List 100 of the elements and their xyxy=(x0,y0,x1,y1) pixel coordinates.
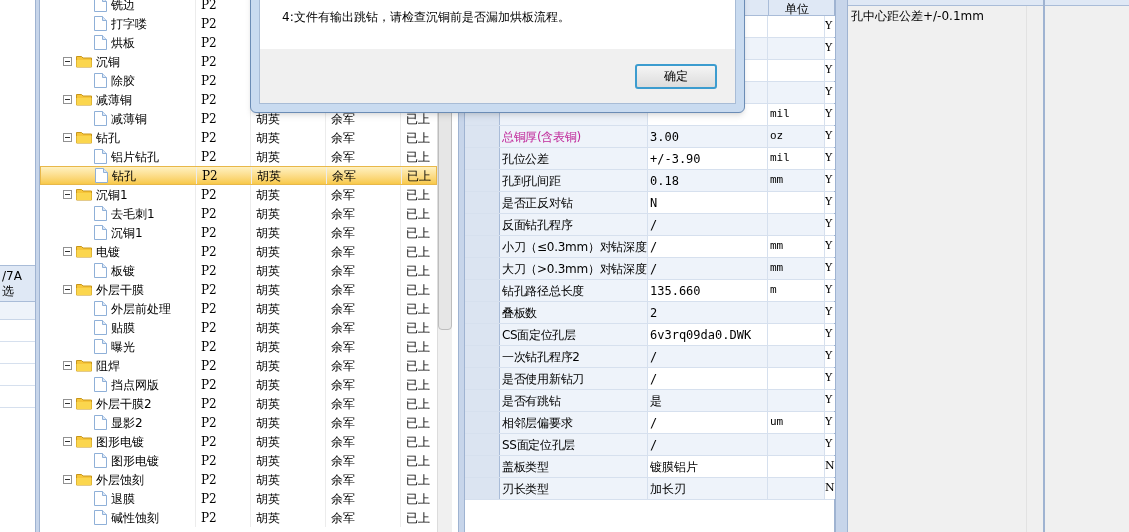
tree-row[interactable]: 图形电镀 P2 胡英 余军 已上 xyxy=(40,451,437,470)
collapse-icon[interactable] xyxy=(63,95,72,104)
table-cell-text: 余军 xyxy=(331,452,355,470)
tree-row[interactable]: 板镀 P2 胡英 余军 已上 xyxy=(40,261,437,280)
tree-row[interactable]: 沉铜1 P2 胡英 余军 已上 xyxy=(40,185,437,204)
tree-row[interactable]: 外层前处理 P2 胡英 余军 已上 xyxy=(40,299,437,318)
collapse-icon[interactable] xyxy=(63,247,72,256)
table-cell: 盖板类型 xyxy=(500,456,648,477)
splitter[interactable] xyxy=(835,0,848,532)
table-cell[interactable]: 3.00 xyxy=(648,126,768,147)
tree-row[interactable]: 烘板 P2 xyxy=(40,33,437,52)
row-header[interactable] xyxy=(465,302,500,323)
tree-row[interactable]: 外层干膜2 P2 胡英 余军 已上 xyxy=(40,394,437,413)
table-cell[interactable]: 6v3rq09da0.DWK xyxy=(648,324,768,345)
folder-icon xyxy=(76,397,92,410)
tree-row[interactable]: 图形电镀 P2 胡英 余军 已上 xyxy=(40,432,437,451)
row-header[interactable] xyxy=(465,214,500,235)
row-header[interactable] xyxy=(465,478,500,499)
row-header[interactable] xyxy=(465,280,500,301)
collapse-icon[interactable] xyxy=(63,285,72,294)
table-cell-text: 胡英 xyxy=(256,205,280,223)
collapse-icon[interactable] xyxy=(63,475,72,484)
table-cell[interactable]: / xyxy=(648,368,768,389)
table-cell[interactable]: 镀膜铝片 xyxy=(648,456,768,477)
document-icon xyxy=(94,225,107,240)
table-cell[interactable]: / xyxy=(648,236,768,257)
table-cell[interactable]: 2 xyxy=(648,302,768,323)
table-cell: Y xyxy=(825,390,835,411)
tree-row[interactable]: 去毛刺1 P2 胡英 余军 已上 xyxy=(40,204,437,223)
table-cell: Y xyxy=(825,82,835,103)
table-cell[interactable]: / xyxy=(648,346,768,367)
collapse-icon[interactable] xyxy=(63,399,72,408)
tree-label: 显影2 xyxy=(111,414,143,432)
collapse-icon[interactable] xyxy=(63,437,72,446)
table-cell-text: 已上 xyxy=(406,262,430,280)
tree-row[interactable]: 贴膜 P2 胡英 余军 已上 xyxy=(40,318,437,337)
tree-row[interactable]: 阻焊 P2 胡英 余军 已上 xyxy=(40,356,437,375)
table-cell[interactable]: 0.18 xyxy=(648,170,768,191)
table-cell: 叠板数 xyxy=(500,302,648,323)
tree-row[interactable]: 外层干膜 P2 胡英 余军 已上 xyxy=(40,280,437,299)
table-cell-text: 已上 xyxy=(406,319,430,337)
tree-row[interactable]: 钻孔 P2 胡英 余军 已上 xyxy=(40,128,437,147)
row-header[interactable] xyxy=(465,258,500,279)
document-icon xyxy=(94,206,107,221)
table-cell: CS面定位孔层 xyxy=(500,324,648,345)
tree-row[interactable]: 沉铜1 P2 胡英 余军 已上 xyxy=(40,223,437,242)
table-cell-text: P2 xyxy=(201,471,217,489)
table-cell[interactable]: 加长刃 xyxy=(648,478,768,499)
collapse-icon[interactable] xyxy=(63,133,72,142)
tree-row[interactable]: 碱性蚀刻 P2 胡英 余军 已上 xyxy=(40,508,437,527)
table-cell[interactable]: / xyxy=(648,214,768,235)
table-cell-text: 已上 xyxy=(406,148,430,166)
row-header[interactable] xyxy=(465,170,500,191)
table-cell[interactable]: / xyxy=(648,258,768,279)
row-header[interactable] xyxy=(465,412,500,433)
tree-row[interactable]: 电镀 P2 胡英 余军 已上 xyxy=(40,242,437,261)
collapse-icon[interactable] xyxy=(63,190,72,199)
table-cell-text: P2 xyxy=(201,414,217,432)
table-cell: 孔到孔间距 xyxy=(500,170,648,191)
table-cell-text: 胡英 xyxy=(256,148,280,166)
collapse-icon[interactable] xyxy=(63,361,72,370)
row-header[interactable] xyxy=(465,346,500,367)
table-cell[interactable]: +/-3.90 xyxy=(648,148,768,169)
collapse-icon[interactable] xyxy=(63,57,72,66)
splitter[interactable] xyxy=(35,0,40,532)
tree-row[interactable]: 沉铜 P2 xyxy=(40,52,437,71)
table-cell[interactable]: 是 xyxy=(648,390,768,411)
table-cell: Y xyxy=(825,412,835,433)
table-cell-text: 余军 xyxy=(331,148,355,166)
document-icon xyxy=(94,339,107,354)
table-cell-text: 胡英 xyxy=(256,281,280,299)
table-cell-text: 余军 xyxy=(331,509,355,527)
tree-row[interactable]: 退膜 P2 胡英 余军 已上 xyxy=(40,489,437,508)
tree-row[interactable]: 钻孔 P2 胡英 余军 已上 xyxy=(40,166,437,185)
tree-row[interactable]: 外层蚀刻 P2 胡英 余军 已上 xyxy=(40,470,437,489)
row-header[interactable] xyxy=(465,456,500,477)
ok-button[interactable]: 确定 xyxy=(635,63,717,89)
table-cell[interactable]: N xyxy=(648,192,768,213)
tree-row[interactable]: 挡点网版 P2 胡英 余军 已上 xyxy=(40,375,437,394)
row-header[interactable] xyxy=(465,368,500,389)
row-header[interactable] xyxy=(465,390,500,411)
tree-row[interactable]: 减薄铜 P2 xyxy=(40,90,437,109)
row-header[interactable] xyxy=(465,236,500,257)
table-cell-text: 已上 xyxy=(406,224,430,242)
table-cell: 总铜厚(含表铜) xyxy=(500,126,648,147)
row-header[interactable] xyxy=(465,434,500,455)
tree-label: 外层前处理 xyxy=(111,300,171,318)
tree-row[interactable]: 除胶 P2 xyxy=(40,71,437,90)
table-cell[interactable]: / xyxy=(648,412,768,433)
folder-icon xyxy=(76,188,92,201)
row-header[interactable] xyxy=(465,148,500,169)
row-header[interactable] xyxy=(465,192,500,213)
tree-row[interactable]: 曝光 P2 胡英 余军 已上 xyxy=(40,337,437,356)
table-cell: Y xyxy=(825,214,835,235)
table-cell[interactable]: 135.660 xyxy=(648,280,768,301)
table-cell[interactable]: / xyxy=(648,434,768,455)
row-header[interactable] xyxy=(465,126,500,147)
row-header[interactable] xyxy=(465,324,500,345)
table-cell-text: 胡英 xyxy=(256,110,280,128)
tree-row[interactable]: 显影2 P2 胡英 余军 已上 xyxy=(40,413,437,432)
